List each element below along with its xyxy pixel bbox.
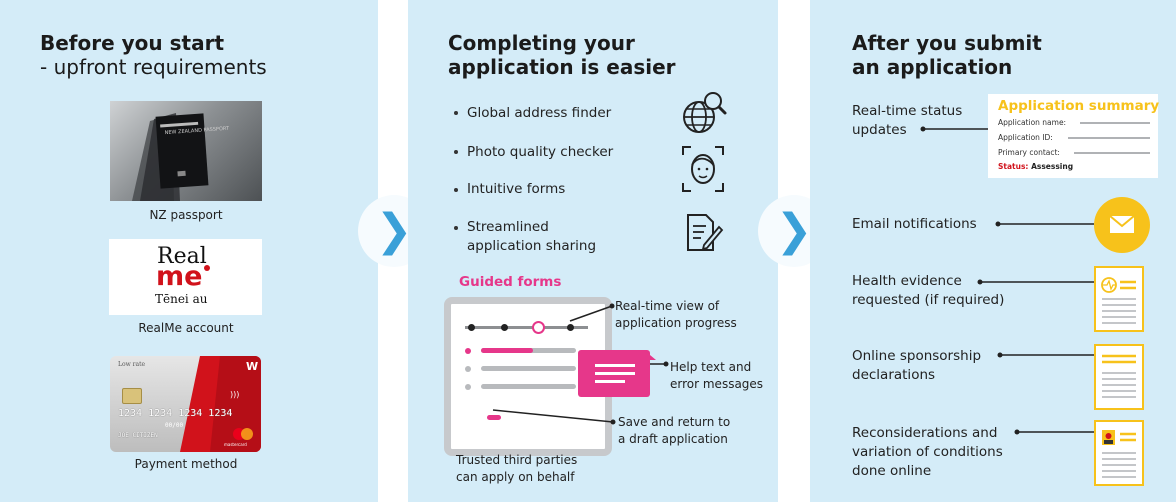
callout-help-1: Help text and [670, 360, 752, 374]
card-bank-name: Low rate [118, 361, 146, 368]
reconsideration-label-3: done online [852, 463, 932, 479]
callout-save-2: a draft application [618, 432, 728, 446]
callout-progress-1: Real-time view of [615, 299, 720, 313]
summary-name-label: Application name: [998, 118, 1067, 127]
card-chip-icon [122, 388, 142, 404]
envelope-icon [1094, 197, 1150, 253]
sponsorship-label-2: declarations [852, 367, 936, 383]
reconsideration-label-2: variation of conditions [852, 444, 1003, 460]
health-label-1: Health evidence [852, 273, 962, 289]
callout-help-2: error messages [670, 377, 764, 391]
registered-mark-icon [204, 265, 210, 271]
health-document-icon [1094, 266, 1144, 332]
summary-status-value: Assessing [1031, 162, 1074, 171]
card-number: 1234 1234 1234 1234 [118, 408, 233, 419]
health-label-2: requested (if required) [852, 292, 1005, 308]
requirements-subtitle: - upfront requirements [40, 55, 267, 79]
status-label-1: Real-time status [852, 103, 963, 119]
email-notifications-label: Email notifications [852, 216, 977, 232]
contactless-icon: ))) [230, 390, 240, 399]
visa-document-icon [1094, 420, 1144, 486]
passport-image: NEW ZEALAND PASSPORT [110, 101, 262, 201]
realme-logo-me: me [156, 261, 203, 292]
summary-status-label: Status: [998, 162, 1029, 171]
reconsideration-label-1: Reconsiderations and [852, 425, 998, 441]
svg-text:W: W [246, 360, 258, 373]
application-summary-card: Application summary Application name: Ap… [988, 94, 1160, 178]
realme-caption: RealMe account [138, 321, 234, 335]
status-label-2: updates [852, 122, 907, 138]
passport-caption: NZ passport [149, 208, 223, 222]
realme-logo: Real me Tēnei au [109, 239, 262, 315]
card-caption: Payment method [134, 457, 238, 471]
summary-placeholder-line [1068, 137, 1150, 139]
summary-placeholder-line [1074, 152, 1150, 154]
card-expiry: 00/00 [165, 422, 184, 429]
summary-title: Application summary [998, 98, 1160, 114]
third-party-2: can apply on behalf [456, 470, 575, 484]
sponsorship-label-1: Online sponsorship [852, 348, 982, 364]
summary-id-label: Application ID: [998, 133, 1053, 142]
realme-logo-sub: Tēnei au [155, 292, 208, 306]
payment-card-image: W Low rate ))) 1234 1234 1234 1234 00/00… [110, 356, 261, 452]
card-brand: mastercard [224, 442, 247, 447]
mastercard-logo [231, 428, 255, 442]
third-party-1: Trusted third parties [456, 453, 578, 467]
summary-placeholder-line [1080, 122, 1150, 124]
summary-status: Status: Assessing [998, 162, 1073, 171]
callout-save-1: Save and return to [618, 415, 731, 429]
after-submit-panel: After you submit an application Real-tim… [810, 0, 1176, 502]
card-holder: JOE CITIZEN [118, 432, 158, 439]
requirements-panel: Before you start - upfront requirements … [0, 0, 378, 502]
completing-panel: Completing your application is easier Gl… [408, 0, 778, 502]
sponsorship-document-icon [1094, 344, 1144, 410]
summary-contact-label: Primary contact: [998, 148, 1060, 157]
callout-progress-2: application progress [615, 316, 737, 330]
requirements-title: Before you start [40, 31, 225, 55]
